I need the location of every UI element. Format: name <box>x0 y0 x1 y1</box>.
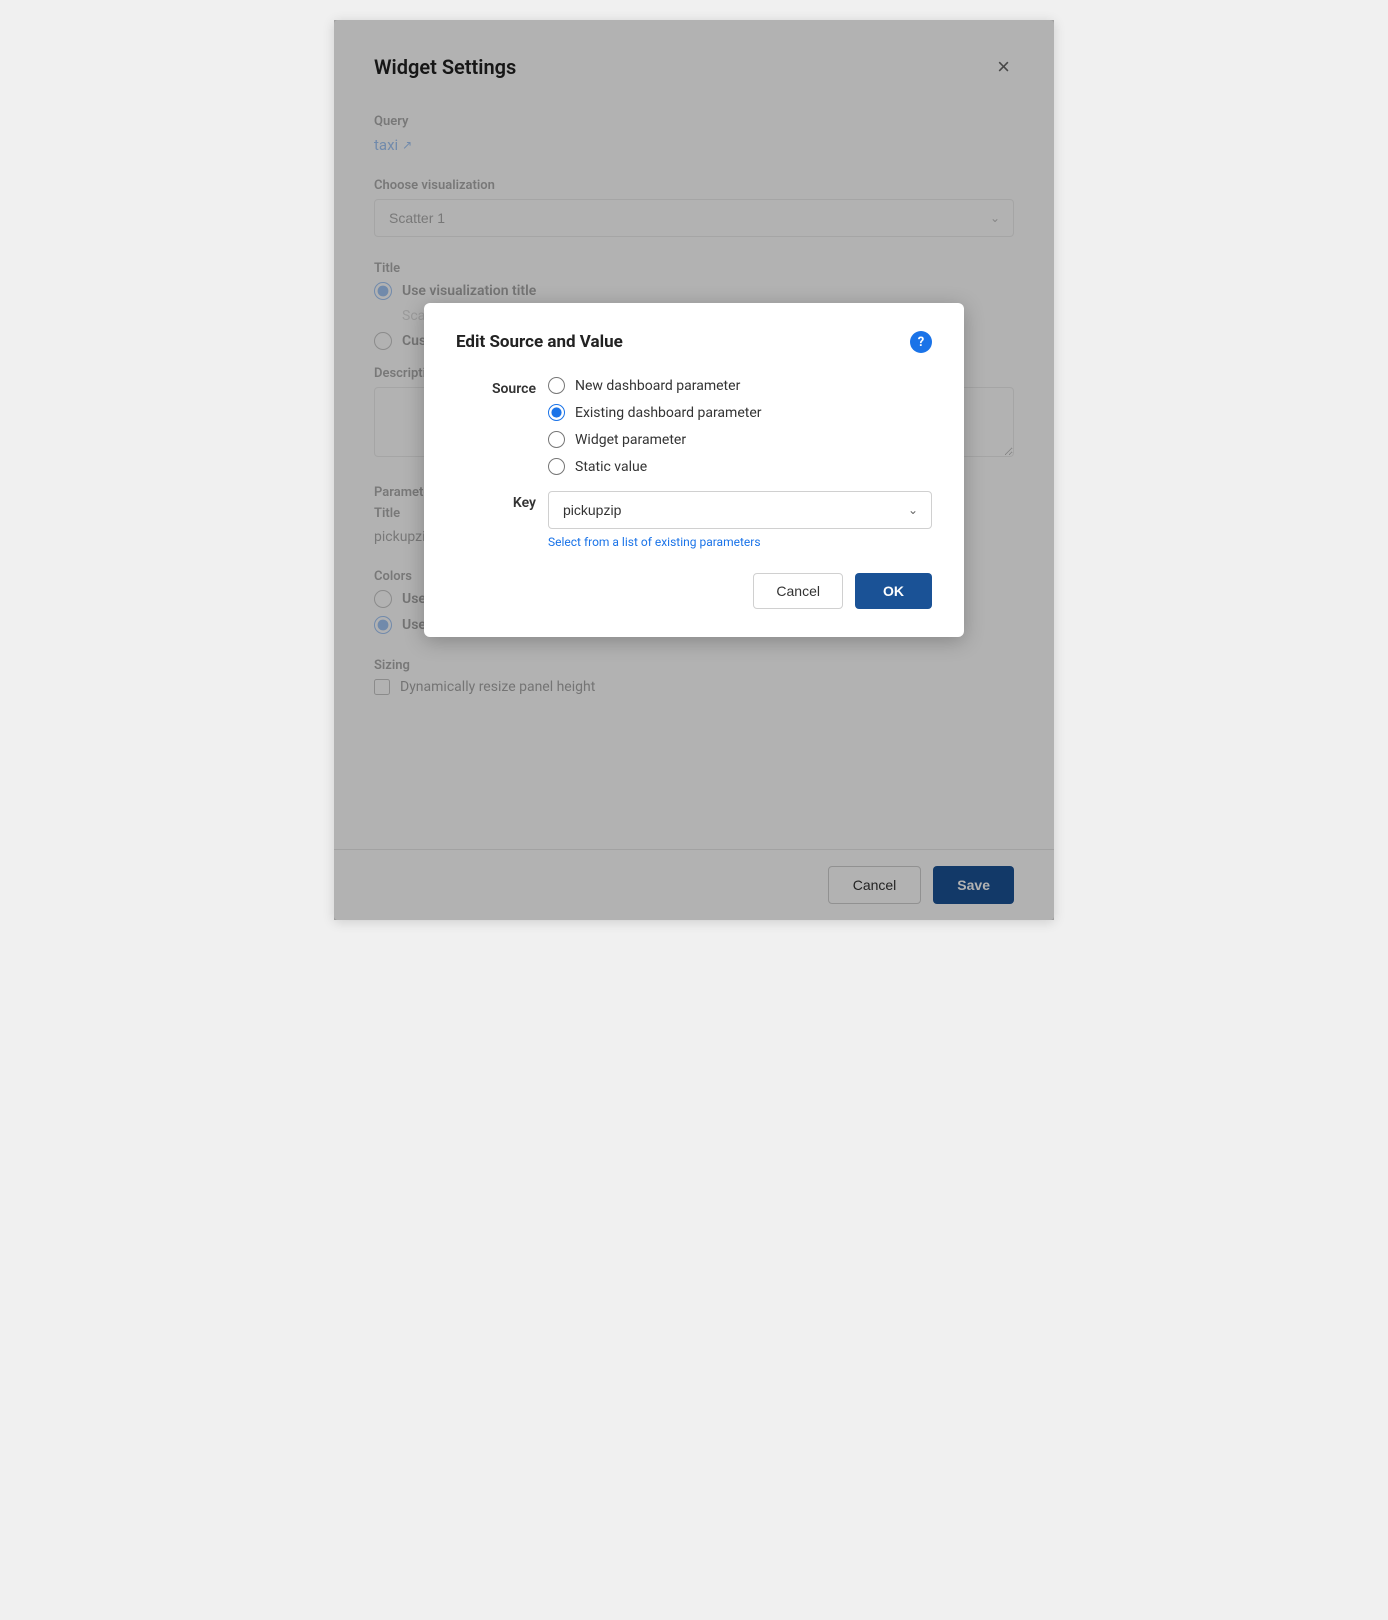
key-select-wrapper: pickupzip ⌄ <box>548 491 932 529</box>
help-icon[interactable]: ? <box>910 331 932 353</box>
key-label: Key <box>456 491 536 511</box>
radio-static-row[interactable]: Static value <box>548 458 932 475</box>
inner-modal-title: Edit Source and Value <box>456 332 623 352</box>
radio-static-value[interactable] <box>548 458 565 475</box>
inner-modal: Edit Source and Value ? Source New dashb… <box>424 303 964 637</box>
radio-new-dashboard[interactable] <box>548 377 565 394</box>
radio-existing-label: Existing dashboard parameter <box>575 405 761 421</box>
key-select[interactable]: pickupzip <box>548 491 932 529</box>
widget-settings-modal: Widget Settings × Query taxi ↗ Choose vi… <box>334 20 1054 920</box>
key-hint: Select from a list of existing parameter… <box>548 535 932 549</box>
radio-widget-param[interactable] <box>548 431 565 448</box>
radio-widget-row[interactable]: Widget parameter <box>548 431 932 448</box>
radio-existing-row[interactable]: Existing dashboard parameter <box>548 404 932 421</box>
source-radio-group: New dashboard parameter Existing dashboa… <box>548 377 932 475</box>
source-label: Source <box>456 377 536 397</box>
overlay: Edit Source and Value ? Source New dashb… <box>334 20 1054 920</box>
inner-modal-grid: Source New dashboard parameter Existing … <box>456 377 932 549</box>
radio-new-row[interactable]: New dashboard parameter <box>548 377 932 394</box>
inner-cancel-button[interactable]: Cancel <box>753 573 843 609</box>
inner-ok-button[interactable]: OK <box>855 573 932 609</box>
radio-existing-dashboard[interactable] <box>548 404 565 421</box>
key-section: pickupzip ⌄ Select from a list of existi… <box>548 491 932 549</box>
radio-static-label: Static value <box>575 459 647 475</box>
inner-modal-header: Edit Source and Value ? <box>456 331 932 353</box>
inner-modal-footer: Cancel OK <box>456 573 932 609</box>
radio-new-label: New dashboard parameter <box>575 378 740 394</box>
radio-widget-label: Widget parameter <box>575 432 686 448</box>
